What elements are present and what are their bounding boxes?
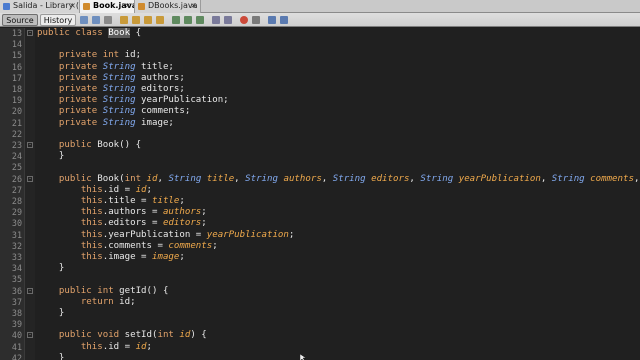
code-line: private String image; (58, 118, 174, 128)
last-edit-icon[interactable] (104, 16, 112, 24)
close-tab-icon[interactable]: × (69, 0, 76, 12)
shift-right-icon[interactable] (224, 16, 232, 24)
fold-toggle-icon[interactable]: - (27, 176, 33, 182)
java-file-icon (138, 3, 145, 10)
tab-1[interactable]: Book.java × (80, 0, 135, 13)
source-view-button[interactable]: Source (2, 14, 38, 26)
line-number: 33 (11, 252, 22, 262)
line-number: 34 (11, 263, 22, 273)
fold-toggle-icon[interactable]: - (27, 142, 33, 148)
line-number: 31 (11, 230, 22, 240)
toggle-highlight-icon[interactable] (156, 16, 164, 24)
code-line: this.yearPublication = yearPublication; (80, 230, 295, 240)
line-number: 13 (11, 28, 22, 38)
line-number: 18 (11, 84, 22, 94)
line-number: 37 (11, 297, 22, 307)
line-number: 27 (11, 185, 22, 195)
line-number: 19 (11, 95, 22, 105)
line-number: 21 (11, 118, 22, 128)
java-file-icon (83, 3, 90, 10)
stop-macro-icon[interactable] (252, 16, 260, 24)
code-line: private String title; (58, 62, 174, 72)
line-number: 36 (11, 286, 22, 296)
line-number: 42 (11, 353, 22, 360)
line-number: 32 (11, 241, 22, 251)
line-number: 41 (11, 342, 22, 352)
line-number: 25 (11, 162, 22, 172)
fold-toggle-icon[interactable]: - (27, 332, 33, 338)
line-number: 14 (11, 39, 22, 49)
code-line: private int id; (58, 50, 142, 60)
previous-bookmark-icon[interactable] (172, 16, 180, 24)
code-line: public Book(int id, String title, String… (58, 174, 640, 184)
code-line: return id; (80, 297, 136, 307)
line-number-gutter: 13 14 15 16 17 18 19 20 21 22 23 24 25 26 27 28 29 30 31 32… (0, 28, 25, 360)
line-number: 15 (11, 50, 22, 60)
line-number: 26 (11, 174, 22, 184)
code-line: public class Book { (37, 28, 142, 38)
code-line: public int getId() { (58, 286, 169, 296)
code-line: this.title = title; (80, 196, 185, 206)
code-line: } (37, 353, 65, 360)
start-macro-icon[interactable] (240, 16, 248, 24)
output-window-icon (3, 3, 10, 10)
find-selection-icon[interactable] (120, 16, 128, 24)
code-line: private String authors; (58, 73, 185, 83)
tab-2[interactable]: DBooks.java × (135, 0, 201, 13)
fold-toggle-icon[interactable]: - (27, 30, 33, 36)
code-line: this.id = id; (80, 185, 153, 195)
code-line: } (37, 308, 65, 318)
find-next-icon[interactable] (144, 16, 152, 24)
code-line: this.image = image; (80, 252, 185, 262)
close-tab-icon[interactable]: × (190, 0, 197, 12)
tab-0[interactable]: Salida - Library (run)× (0, 0, 80, 13)
line-number: 24 (11, 151, 22, 161)
editor-toolbar: Source History (0, 13, 640, 27)
code-line: public void setId(int id) { (58, 330, 207, 340)
line-number: 29 (11, 207, 22, 217)
line-number: 39 (11, 319, 22, 329)
back-icon[interactable] (80, 16, 88, 24)
code-line: this.comments = comments; (80, 241, 218, 251)
line-number: 22 (11, 129, 22, 139)
mouse-pointer-icon (300, 354, 306, 360)
line-number: 35 (11, 274, 22, 284)
code-line: public Book() { (58, 140, 142, 150)
fold-toggle-icon[interactable]: - (27, 288, 33, 294)
comment-icon[interactable] (268, 16, 276, 24)
line-number: 16 (11, 62, 22, 72)
code-line: this.editors = editors; (80, 218, 207, 228)
line-number: 17 (11, 73, 22, 83)
history-view-button[interactable]: History (40, 14, 76, 26)
code-line: this.authors = authors; (80, 207, 207, 217)
fold-column (25, 28, 35, 360)
code-line: } (37, 263, 65, 273)
line-number: 28 (11, 196, 22, 206)
line-number: 40 (11, 330, 22, 340)
line-number: 30 (11, 218, 22, 228)
code-line: this.id = id; (80, 342, 153, 352)
code-line: private String yearPublication; (58, 95, 229, 105)
next-bookmark-icon[interactable] (184, 16, 192, 24)
close-tab-icon[interactable]: × (124, 0, 131, 12)
line-number: 38 (11, 308, 22, 318)
code-line: private String editors; (58, 84, 185, 94)
editor-tab-bar: Salida - Library (run)×Book.java×DBooks.… (0, 0, 640, 13)
code-line: } (37, 151, 65, 161)
uncomment-icon[interactable] (280, 16, 288, 24)
line-number: 20 (11, 106, 22, 116)
forward-icon[interactable] (92, 16, 100, 24)
shift-left-icon[interactable] (212, 16, 220, 24)
code-editor[interactable]: 13 14 15 16 17 18 19 20 21 22 23 24 25 26 27 28 29 30 31 32… (0, 28, 640, 360)
line-number: 23 (11, 140, 22, 150)
toggle-bookmark-icon[interactable] (196, 16, 204, 24)
code-line: private String comments; (58, 106, 191, 116)
find-previous-icon[interactable] (132, 16, 140, 24)
